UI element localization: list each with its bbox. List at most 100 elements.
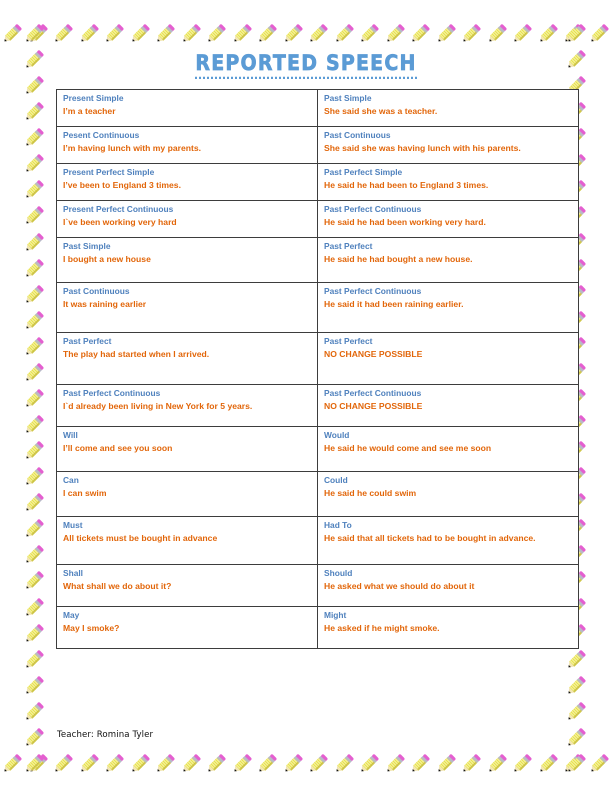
pencil-icon: [26, 102, 44, 120]
pencil-decoration: [22, 439, 46, 463]
pencil-icon: [26, 415, 44, 433]
pencil-icon: [488, 754, 507, 772]
pencil-icon: [26, 467, 44, 485]
pencil-decoration: [22, 178, 46, 202]
pencil-decoration: [383, 752, 407, 776]
pencil-decoration: [102, 752, 126, 776]
pencil-decoration: [230, 752, 254, 776]
pencil-decoration: [128, 22, 152, 46]
pencil-icon: [437, 24, 456, 42]
pencil-decoration: [22, 517, 46, 541]
reported-speech-cell: Had To He said that all tickets had to be…: [317, 516, 579, 565]
pencil-decoration: [281, 22, 305, 46]
pencil-decoration: [77, 22, 101, 46]
pencil-border-top: [0, 22, 612, 48]
pencil-icon: [335, 754, 354, 772]
pencil-decoration: [22, 543, 46, 567]
pencil-decoration: [153, 22, 177, 46]
pencil-decoration: [51, 22, 75, 46]
pencil-icon: [568, 676, 586, 694]
direct-speech-cell: Present Perfect Simple I’ve been to Engla…: [56, 163, 318, 201]
direct-tense-label: Shall: [63, 568, 84, 578]
pencil-icon: [26, 389, 44, 407]
pencil-icon: [233, 754, 252, 772]
pencil-icon: [26, 363, 44, 381]
reported-speech-cell: Should He asked what we should do about i…: [317, 564, 579, 607]
page-title: REPORTED SPEECH: [195, 52, 417, 79]
pencil-icon: [386, 754, 405, 772]
pencil-decoration: [22, 309, 46, 333]
reported-example-text: She said she was a teacher.: [324, 105, 438, 116]
pencil-decoration: [22, 465, 46, 489]
reported-example-text: He asked if he might smoke.: [324, 622, 440, 633]
pencil-decoration: [22, 413, 46, 437]
pencil-decoration: [22, 752, 46, 776]
pencil-decoration: [306, 752, 330, 776]
table-body: Present Simple I’m a teacher Past Simple Sh…: [56, 89, 579, 649]
pencil-icon: [284, 24, 303, 42]
direct-example-text: What shall we do about it?: [63, 580, 172, 591]
pencil-border-left: [22, 22, 48, 778]
direct-speech-cell: Past Perfect Continuous I`d already been …: [56, 384, 318, 427]
direct-speech-cell: Past Continuous It was raining earlier: [56, 282, 318, 333]
pencil-icon: [565, 24, 583, 42]
direct-example-text: I`ve been working very hard: [63, 216, 177, 227]
reported-tense-label: Past Perfect: [324, 241, 373, 251]
pencil-icon: [26, 128, 44, 146]
pencil-decoration: [22, 726, 46, 750]
pencil-decoration: [179, 752, 203, 776]
pencil-decoration: [587, 22, 611, 46]
pencil-icon: [157, 24, 175, 42]
pencil-icon: [539, 754, 558, 772]
pencil-decoration: [26, 22, 50, 46]
direct-speech-cell: Present Simple I’m a teacher: [56, 89, 318, 127]
reported-example-text: He said he had been working very hard.: [324, 216, 486, 227]
pencil-decoration: [561, 752, 585, 776]
reported-speech-cell: Past Perfect He said he had bought a new …: [317, 237, 579, 283]
reported-tense-label: Should: [324, 568, 353, 578]
pencil-icon: [29, 754, 48, 772]
direct-tense-label: Past Simple: [63, 241, 111, 251]
pencil-decoration: [22, 648, 46, 672]
direct-speech-cell: Present Perfect Continuous I`ve been work…: [56, 200, 318, 238]
reported-example-text: He said he had been to England 3 times.: [324, 179, 489, 190]
reported-example-text: He said that all tickets had to be bough…: [324, 532, 536, 543]
pencil-icon: [26, 676, 44, 694]
reported-tense-label: Past Perfect Continuous: [324, 204, 422, 214]
pencil-icon: [590, 24, 609, 42]
reported-tense-label: Past Continuous: [324, 130, 391, 140]
reported-tense-label: Past Perfect Continuous: [324, 286, 422, 296]
direct-tense-label: Past Perfect Continuous: [63, 388, 161, 398]
pencil-decoration: [587, 752, 611, 776]
table-row: Must All tickets must be bought in advanc…: [56, 516, 579, 565]
reported-example-text: NO CHANGE POSSIBLE: [324, 400, 423, 411]
reported-tense-label: Past Perfect Simple: [324, 167, 403, 177]
pencil-icon: [335, 24, 354, 42]
pencil-decoration: [22, 152, 46, 176]
pencil-decoration: [564, 752, 588, 776]
pencil-icon: [284, 754, 303, 772]
pencil-icon: [26, 206, 44, 224]
pencil-icon: [26, 441, 44, 459]
table-row: Can I can swim Could He said he could swim: [56, 471, 579, 517]
reported-example-text: She said she was having lunch with his p…: [324, 142, 521, 153]
pencil-decoration: [22, 700, 46, 724]
pencil-decoration: [22, 126, 46, 150]
pencil-icon: [463, 754, 481, 772]
pencil-decoration: [22, 674, 46, 698]
pencil-icon: [26, 493, 44, 511]
pencil-icon: [26, 597, 44, 615]
pencil-icon: [361, 24, 379, 42]
pencil-decoration: [434, 752, 458, 776]
direct-tense-label: Present Perfect Simple: [63, 167, 155, 177]
pencil-icon: [157, 754, 175, 772]
pencil-icon: [26, 754, 44, 772]
pencil-decoration: [564, 674, 588, 698]
direct-example-text: I’ll come and see you soon: [63, 442, 173, 453]
pencil-icon: [182, 754, 201, 772]
reported-tense-label: Could: [324, 475, 348, 485]
table-row: Past Perfect Continuous I`d already been …: [56, 384, 579, 427]
direct-example-text: All tickets must be bought in advance: [63, 532, 218, 543]
pencil-decoration: [204, 22, 228, 46]
direct-example-text: I’ve been to England 3 times.: [63, 179, 181, 190]
